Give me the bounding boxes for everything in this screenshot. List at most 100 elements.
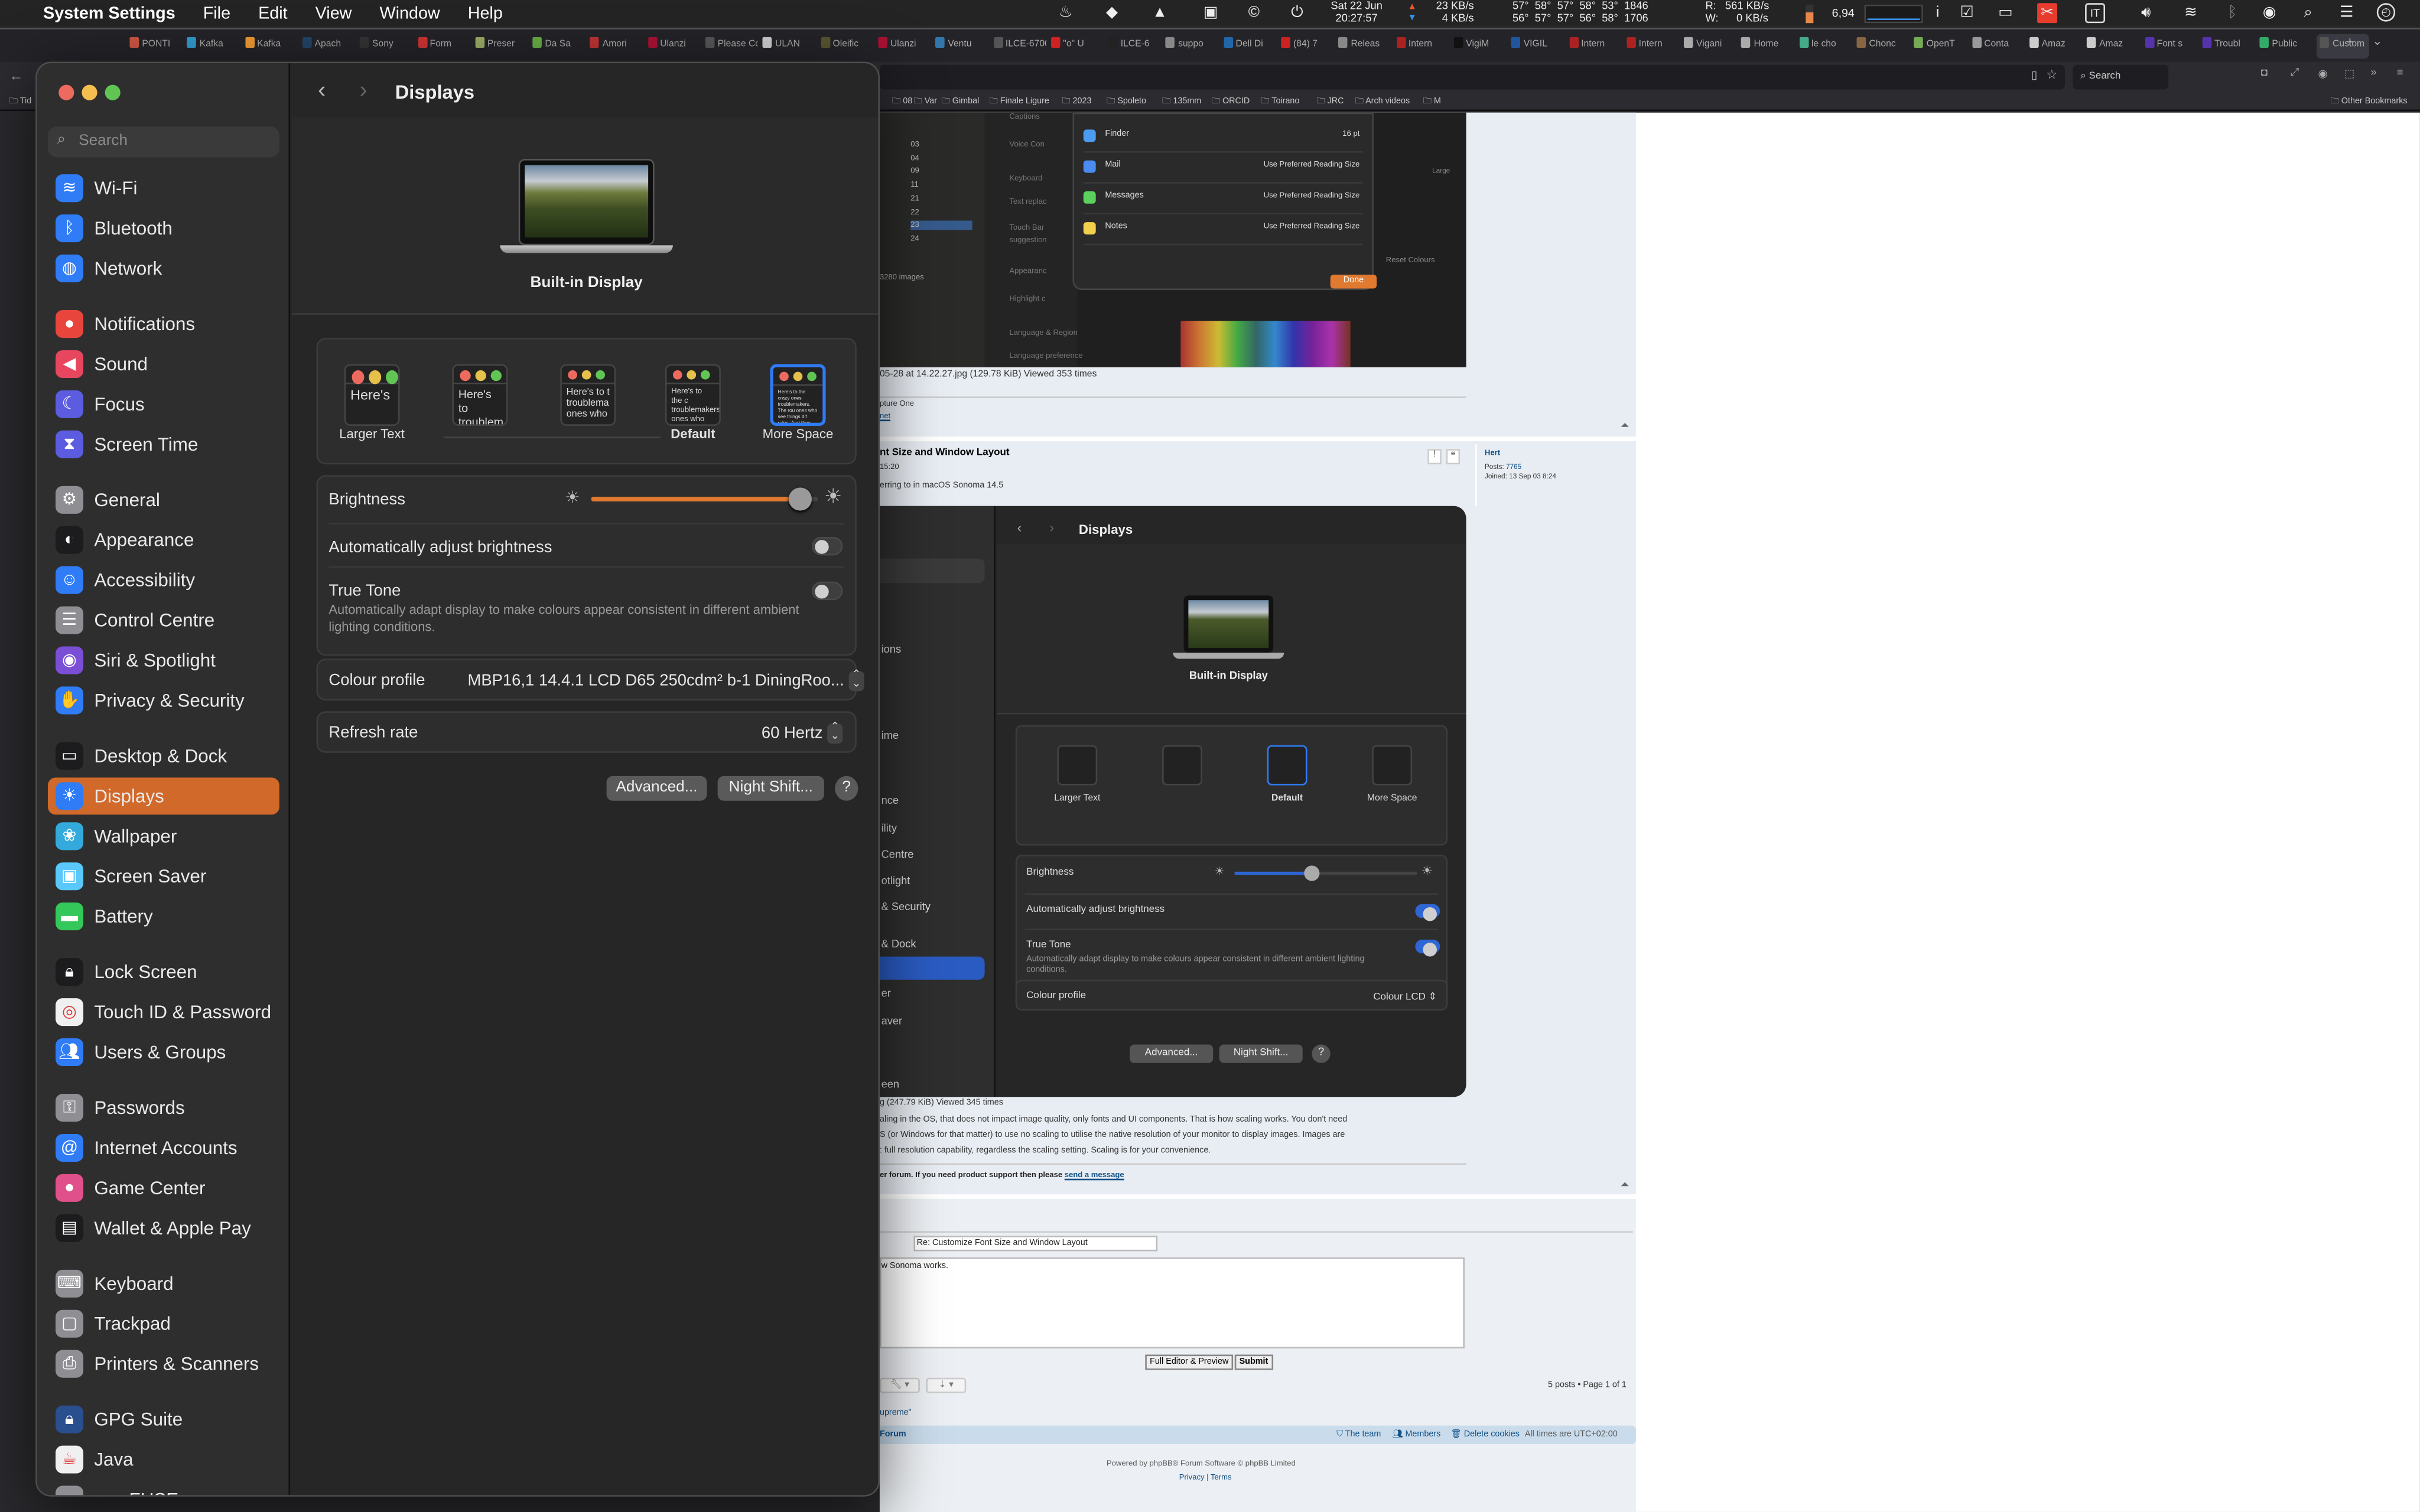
done-button[interactable]: Done [1330,274,1377,289]
browser-tab[interactable]: Home [1741,37,1794,50]
sidebar-item-gpg-suite[interactable]: 🔒︎ GPG Suite [48,1401,279,1438]
browser-tab[interactable]: Releas [1338,37,1391,50]
sidebar-item-accessibility[interactable]: ☺ Accessibility [48,562,279,599]
bookmark-folder[interactable]: 🗀︎ JRC [1316,96,1344,110]
close-button[interactable] [58,84,74,100]
status-icon[interactable]: © [1244,3,1264,23]
browser-tab[interactable]: VigiM [1453,37,1506,50]
menu-edit[interactable]: Edit [258,4,288,22]
browser-tab[interactable]: le cho [1799,37,1852,50]
sidebar-item-notifications[interactable]: ● Notifications [48,305,279,343]
extensions-icon[interactable]: ⬚ [2344,68,2354,80]
address-bar[interactable]: ▯ ☆ [879,64,2066,90]
bookmark-folder[interactable]: 🗀︎ 2023 [1062,96,1091,110]
disk-activity[interactable]: R: 561 KB/s W: 0 KB/s [1705,2,1790,25]
browser-tab[interactable]: Conta [1972,37,2024,50]
author-name[interactable]: Hert [1485,449,1500,458]
status-icon[interactable]: ♨ [1056,3,1076,23]
full-editor-button[interactable]: Full Editor & Preview [1145,1354,1234,1370]
other-bookmarks[interactable]: 🗀︎ Other Bookmarks [2330,96,2407,110]
network-speed[interactable]: 23 KB/s 4 KB/s [1420,2,1474,25]
app-status-icon[interactable]: ✂ [2037,3,2058,24]
sidebar-item-bluetooth[interactable]: ᛒ Bluetooth [48,210,279,247]
menu-file[interactable]: File [203,4,230,22]
menu-help[interactable]: Help [468,4,503,22]
sidebar-item-macfuse[interactable]: ▪ macFUSE [48,1481,279,1495]
sidebar-item-wi-fi[interactable]: ≋ Wi-Fi [48,170,279,207]
sidebar-item-displays[interactable]: ☀ Displays [47,777,279,815]
control-centre-icon[interactable]: ☰ [2337,3,2357,23]
browser-tab[interactable]: Ulanzi [878,37,931,50]
sidebar-item-battery[interactable]: ▬ Battery [48,898,279,935]
browser-tab[interactable]: Form [417,37,470,50]
bookmark-folder[interactable]: 🗀︎ Var [913,96,937,110]
laptop-image[interactable] [518,159,655,246]
browser-tab[interactable]: Troubl [2202,37,2255,50]
browser-tab[interactable]: Da Sa [532,37,585,50]
resolution-option[interactable]: Here's to the c troublemakers. ones who … [665,364,721,426]
tab-list-icon[interactable]: ⌄ [2372,34,2388,48]
reader-icon[interactable]: ▯ [2031,70,2037,82]
app-menu[interactable]: System Settings [43,4,175,22]
bookmark-folder[interactable]: 🗀︎ Finale Ligure [989,96,1049,110]
browser-tab[interactable]: Vigani [1684,37,1736,50]
sidebar-item-general[interactable]: ⚙ General [48,481,279,519]
browser-tab[interactable]: VIGIL [1511,37,1564,50]
browser-tab[interactable]: ULAN [763,37,815,50]
search-input[interactable]: ⌕ Search [47,126,279,158]
privacy-link[interactable]: Privacy [1179,1474,1205,1483]
menu-window[interactable]: Window [379,4,440,22]
bookmark-folder[interactable]: 🗀︎ 08 [892,96,912,110]
account-icon[interactable]: ◉ [2318,68,2328,80]
browser-tab[interactable]: Amaz [2029,37,2082,50]
expand-icon[interactable]: ⤢ [2291,68,2299,80]
status-icon[interactable]: ▲ [1150,3,1170,23]
bookmark-folder[interactable]: 🗀︎ M [1423,96,1440,110]
submit-button[interactable]: Submit [1234,1354,1273,1370]
browser-tab[interactable]: ILCE-6700 [993,37,1046,50]
back-button[interactable]: ‹ [318,77,326,103]
sidebar-item-lock-screen[interactable]: 🔒︎ Lock Screen [48,953,279,990]
resolution-option[interactable]: Here's to the crazy ones troublemakers. … [770,364,826,426]
user-icon[interactable]: ◉ [2259,3,2279,23]
browser-tab[interactable]: Kafka [187,37,240,50]
bookmark-folder[interactable]: 🗀︎ ORCID [1212,96,1250,110]
status-icon[interactable]: ◆ [1102,3,1122,23]
browser-tab[interactable]: Ventu [935,37,988,50]
volume-icon[interactable]: 🔊︎ [2136,3,2156,23]
overflow-icon[interactable]: » [2370,68,2376,79]
sidebar-item-screen-time[interactable]: ⧗ Screen Time [48,426,279,463]
report-button[interactable]: ! [1427,449,1442,465]
sidebar-item-appearance[interactable]: ◐ Appearance [48,522,279,559]
info-icon[interactable]: i [1928,3,1948,23]
sidebar-item-touch-id-password[interactable]: ◎ Touch ID & Password [48,993,279,1031]
browser-tab[interactable]: "o" U [1050,37,1103,50]
browser-tab[interactable]: OpenT [1914,37,1967,50]
quote-button[interactable]: ❝ [1446,449,1461,465]
sidebar-item-game-center[interactable]: ● Game Center [48,1169,279,1207]
terms-link[interactable]: Terms [1211,1474,1232,1483]
sidebar-item-wallet-apple-pay[interactable]: ▤ Wallet & Apple Pay [48,1210,279,1247]
forum-link[interactable]: upreme" [880,1409,912,1418]
browser-tab[interactable]: Public [2259,37,2312,50]
resolution-option[interactable]: Here's to t troublema ones who [560,364,616,426]
browser-tab[interactable]: Sony [360,37,412,50]
help-button[interactable]: ? [835,775,858,801]
bookmark-folder[interactable]: 🗀︎ Arch videos [1355,96,1410,110]
menu-view[interactable]: View [315,4,352,22]
browser-tab[interactable]: Dell Di [1223,37,1276,50]
browser-tab[interactable]: Ulanzi [648,37,700,50]
zoom-button[interactable] [105,84,121,100]
forum-index-link[interactable]: Forum [880,1430,906,1440]
cpu-load[interactable]: 6,94 [1832,8,1855,19]
browser-tab[interactable]: Intern [1569,37,1621,50]
browser-tab[interactable]: Intern [1396,37,1449,50]
sidebar-item-printers-scanners[interactable]: ⎙ Printers & Scanners [48,1345,279,1383]
bookmark-folder[interactable]: 🗀︎ Toirano [1261,96,1299,110]
browser-tab[interactable]: suppo [1166,37,1218,50]
signature-link[interactable]: net [880,412,890,421]
browser-tab[interactable]: (84) 7 [1281,37,1333,50]
bookmark-folder[interactable]: 🗀︎ Tid [9,96,32,110]
brightness-slider[interactable] [591,487,818,511]
sidebar-item-internet-accounts[interactable]: @ Internet Accounts [48,1129,279,1166]
